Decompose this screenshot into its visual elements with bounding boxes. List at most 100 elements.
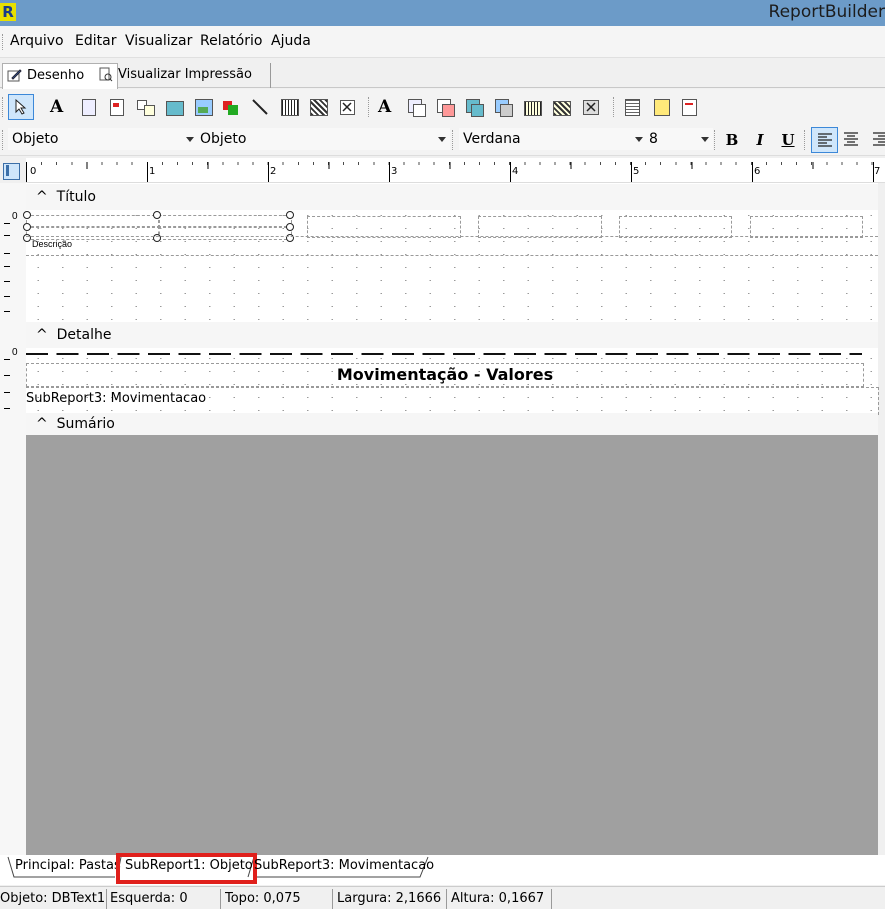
datafield-combo[interactable]: Objeto [196,128,450,150]
menu-ajuda[interactable]: Ajuda [271,33,311,49]
vertical-ruler: 0 0 [0,183,26,855]
ruler-label: 0 [30,166,37,177]
subreport-tool-icon[interactable] [652,98,670,116]
align-right-button[interactable] [872,132,885,148]
2d-barcode-icon[interactable] [309,98,328,116]
pencil-icon [7,69,22,82]
dbtext-field[interactable] [307,216,461,238]
memo-tool-icon[interactable] [79,98,97,116]
ruler-label: 7 [874,166,881,177]
detail-title-label[interactable]: Movimentação - Valores [26,363,864,387]
status-left: Esquerda: 0 [110,889,221,909]
italic-button[interactable]: I [750,130,770,150]
label-tool-icon[interactable]: A [50,98,68,116]
ruler-label: 6 [754,166,761,177]
grip-handle[interactable] [452,130,455,150]
band-summary-header[interactable]: ^ Sumário [26,413,878,435]
richtext-tool-icon[interactable] [107,98,125,116]
tab-design-label: Desenho [27,68,85,83]
align-left-icon [818,133,832,147]
grip-handle[interactable] [2,97,5,117]
menu-editar[interactable]: Editar [75,33,116,49]
chevron-down-icon[interactable] [635,137,643,142]
font-size-combo[interactable]: 8 [645,128,713,150]
dbrichtext-tool-icon[interactable] [436,98,455,117]
calc-tool-icon[interactable] [136,98,155,116]
tab-preview[interactable]: Visualizar Impressão [94,63,271,88]
resize-handle[interactable] [286,211,294,219]
component-combo[interactable]: Objeto [8,128,198,150]
resize-handle[interactable] [23,223,31,231]
report-tabs: Principal: Pastas SubReport1: Objeto Sub… [0,853,885,885]
dblabel-tool-icon[interactable]: A [378,98,396,116]
subreport-label: SubReport3: Movimentacao [26,391,207,406]
image-tool-icon[interactable] [194,98,213,116]
menu-relatorio[interactable]: Relatório [200,33,262,49]
system-var-icon[interactable] [165,98,184,116]
grip-handle[interactable] [613,97,616,117]
ruler-label: 1 [149,166,156,177]
menu-bar: Arquivo Editar Visualizar Relatório Ajud… [0,26,885,58]
font-size-value: 8 [649,131,658,147]
region-tool-icon[interactable] [623,98,641,116]
font-name-value: Verdana [463,131,521,147]
ruler-label: 3 [391,166,398,177]
chevron-down-icon[interactable] [186,137,194,142]
tab-subreport1[interactable]: SubReport1: Objeto [125,858,253,873]
components-toolbar: A A [0,89,885,124]
description-row[interactable]: Descrição [26,236,878,256]
tab-principal[interactable]: Principal: Pastas [15,858,121,873]
shape-tool-icon[interactable] [222,98,240,116]
resize-handle[interactable] [23,211,31,219]
tree-toggle-button[interactable] [2,162,20,180]
ruler-label: 4 [512,166,519,177]
band-title-label: Título [56,189,96,205]
db2dbarcode-tool-icon[interactable] [552,98,571,116]
barcode-tool-icon[interactable] [280,98,299,116]
view-tabs: Desenho Visualizar Impressão [0,58,885,89]
band-detail-label: Detalhe [56,327,112,343]
description-label: Descrição [32,239,73,249]
status-width: Largura: 2,1666 [337,889,447,909]
tab-subreport3[interactable]: SubReport3: Movimentacao [254,858,434,873]
grip-handle[interactable] [2,34,5,50]
crosstab-tool-icon[interactable] [680,98,698,116]
dbtext-field[interactable] [478,216,602,238]
grip-handle[interactable] [804,130,807,150]
dbtext-field[interactable] [619,216,732,238]
chevron-down-icon[interactable] [438,137,446,142]
checkbox-tool-icon[interactable] [338,98,356,116]
ruler-label: 0 [12,347,18,358]
status-bar: Objeto: DBText1( Esquerda: 0 Topo: 0,075… [0,886,885,909]
font-name-combo[interactable]: Verdana [459,128,647,150]
dbimage-tool-icon[interactable] [494,98,513,117]
chevron-down-icon[interactable] [701,137,709,142]
menu-visualizar[interactable]: Visualizar [125,33,192,49]
grip-handle[interactable] [2,130,5,150]
menu-arquivo[interactable]: Arquivo [10,33,64,49]
align-center-icon [844,132,858,146]
underline-button[interactable]: U [778,130,798,150]
grip-handle[interactable] [368,97,371,117]
dbmemo-tool-icon[interactable] [407,98,426,117]
bold-button[interactable]: B [722,130,742,150]
dbcheckbox-tool-icon[interactable] [581,98,599,116]
band-detail-header[interactable]: ^ Detalhe [26,322,878,348]
align-left-button[interactable] [811,127,838,153]
grip-handle[interactable] [714,130,717,150]
dbbarcode-tool-icon[interactable] [523,98,542,116]
datafield-combo-value: Objeto [200,131,247,147]
resize-handle[interactable] [286,223,294,231]
subreport-box[interactable]: SubReport3: Movimentacao [26,387,879,415]
resize-handle[interactable] [153,211,161,219]
dbtext-field[interactable] [750,216,863,238]
report-layout[interactable]: ^ Título Descrição ^ Detalhe Movimentaçã… [23,183,879,435]
line-tool-icon[interactable] [251,98,269,116]
select-tool-button[interactable] [8,94,34,120]
dbcalc-tool-icon[interactable] [465,98,484,117]
align-center-button[interactable] [843,132,861,148]
band-title-header[interactable]: ^ Título [26,184,878,210]
status-height: Altura: 0,1667 [451,889,552,909]
cursor-icon [15,99,27,115]
dashed-line[interactable] [26,353,862,355]
